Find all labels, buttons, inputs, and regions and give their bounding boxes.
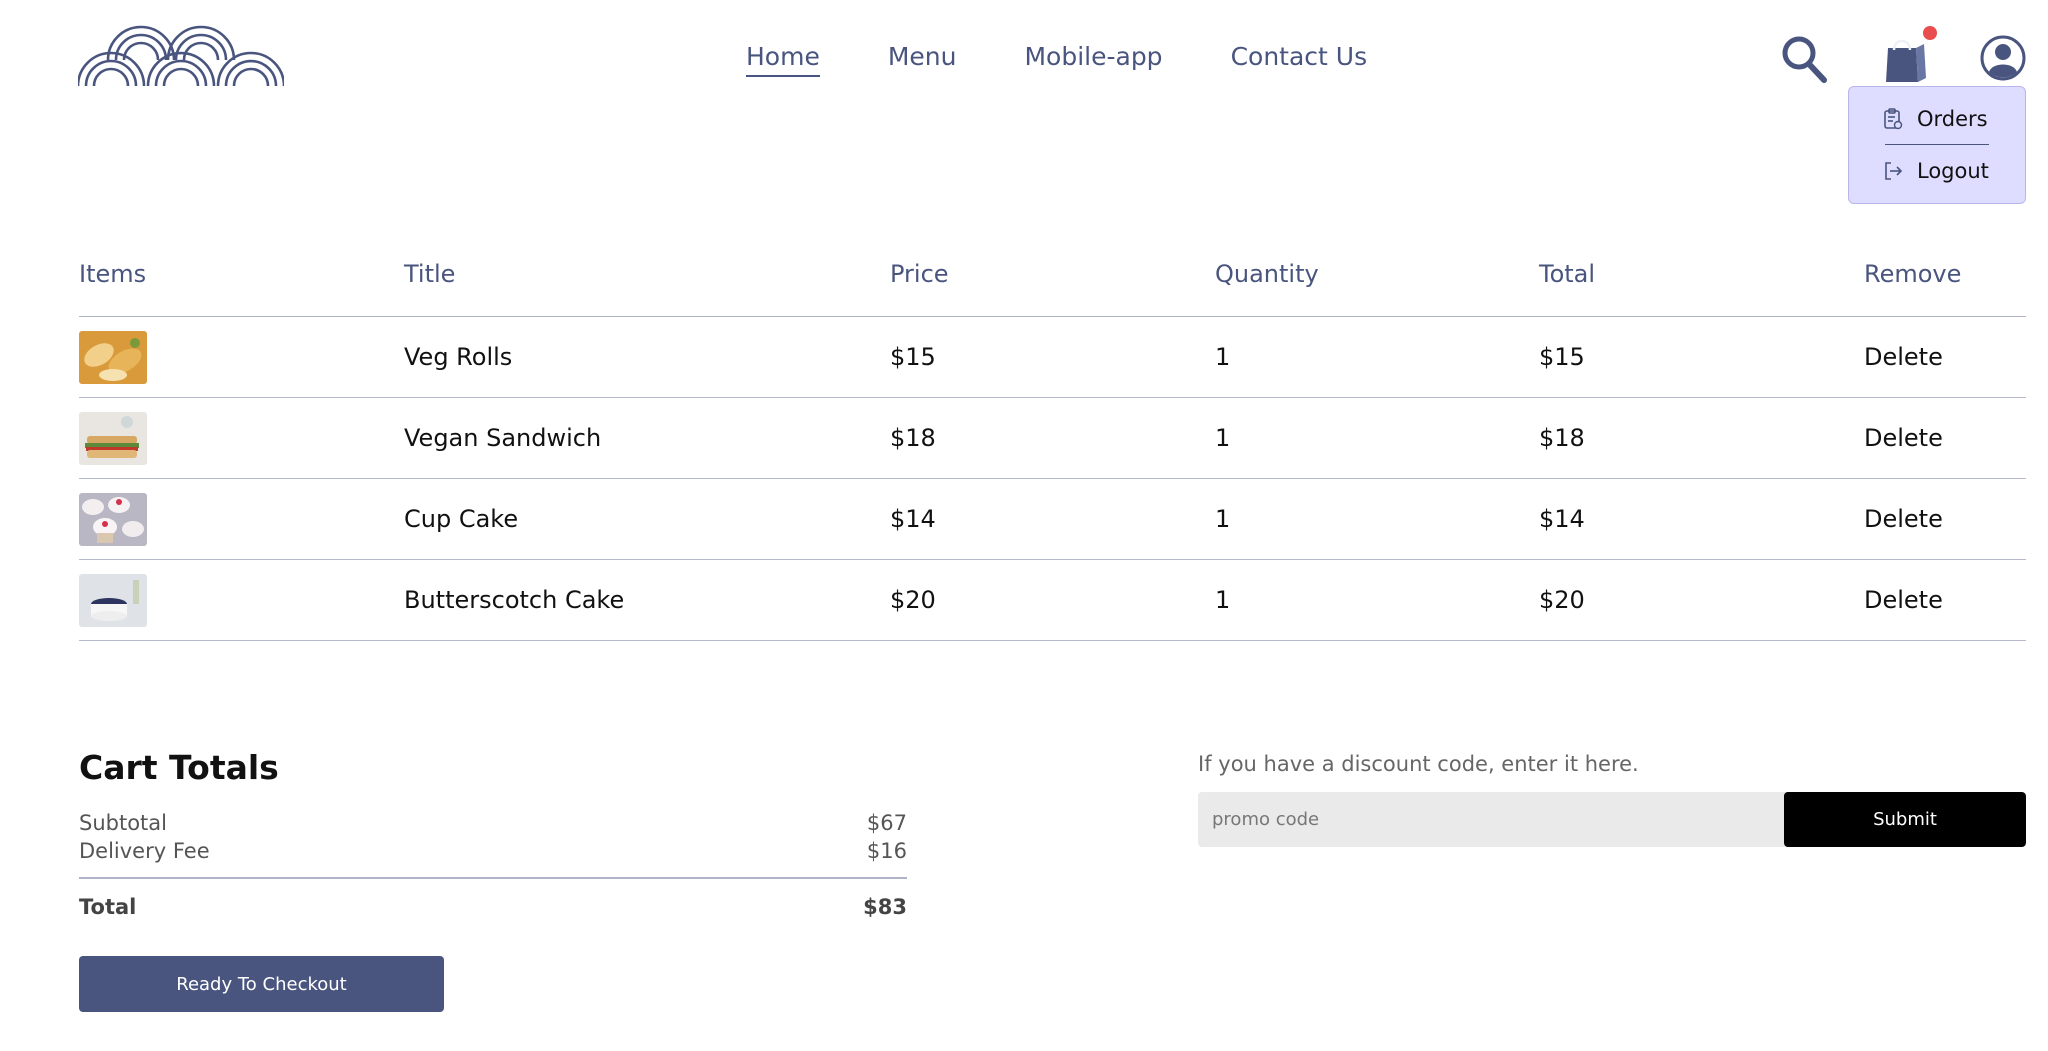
table-row: Veg Rolls $15 1 $15 Delete (79, 317, 2026, 398)
column-header-remove: Remove (1864, 260, 1962, 288)
column-header-price: Price (890, 260, 949, 288)
orders-clipboard-icon (1884, 107, 1903, 129)
item-price: $20 (890, 586, 936, 614)
item-title: Vegan Sandwich (404, 424, 602, 452)
table-header-row: Items Title Price Quantity Total Remove (79, 256, 2026, 317)
dropdown-logout[interactable]: Logout (1867, 153, 2007, 188)
column-header-total: Total (1539, 260, 1596, 288)
item-quantity: 1 (1215, 505, 1231, 533)
item-price: $14 (890, 505, 936, 533)
item-total: $20 (1539, 586, 1585, 614)
subtotal-value: $67 (866, 811, 907, 835)
promo-label: If you have a discount code, enter it he… (1198, 752, 1639, 776)
cart-table: Items Title Price Quantity Total Remove … (79, 256, 2026, 641)
promo-submit-button[interactable]: Submit (1784, 792, 2026, 847)
subtotal-line: Subtotal $67 (79, 809, 907, 837)
column-header-items: Items (79, 260, 147, 288)
total-label: Total (79, 894, 137, 919)
item-price: $15 (890, 343, 936, 371)
search-icon[interactable] (1780, 34, 1828, 84)
delete-button[interactable]: Delete (1864, 317, 1943, 397)
brand-logo[interactable] (78, 22, 284, 90)
item-title: Butterscotch Cake (404, 586, 625, 614)
delete-button[interactable]: Delete (1864, 560, 1943, 640)
promo-form: Submit (1198, 792, 2026, 847)
item-quantity: 1 (1215, 586, 1231, 614)
dropdown-logout-label: Logout (1917, 158, 1989, 183)
nav-home[interactable]: Home (746, 42, 820, 77)
cart-totals-heading: Cart Totals (79, 748, 279, 787)
total-value: $83 (863, 894, 907, 919)
item-total: $14 (1539, 505, 1585, 533)
column-header-title: Title (404, 260, 456, 288)
dropdown-divider (1885, 144, 1989, 145)
delivery-fee-value: $16 (866, 839, 907, 863)
item-title: Cup Cake (404, 505, 519, 533)
delivery-fee-line: Delivery Fee $16 (79, 837, 907, 865)
item-image-butterscotch-cake (79, 573, 147, 627)
totals-divider (79, 877, 907, 879)
item-total: $15 (1539, 343, 1585, 371)
item-image-veg-rolls (79, 330, 147, 384)
table-row: Vegan Sandwich $18 1 $18 Delete (79, 398, 2026, 479)
promo-section: If you have a discount code, enter it he… (1198, 752, 2026, 847)
main-nav: Home Menu Mobile-app Contact Us (746, 42, 1367, 77)
nav-mobile-app[interactable]: Mobile-app (1024, 42, 1162, 77)
header-actions (1780, 26, 2026, 90)
checkout-button[interactable]: Ready To Checkout (79, 956, 444, 1012)
shopping-bag-icon[interactable] (1882, 34, 1930, 84)
column-header-quantity: Quantity (1215, 260, 1319, 288)
delete-button[interactable]: Delete (1864, 479, 1943, 559)
item-quantity: 1 (1215, 424, 1231, 452)
delivery-fee-label: Delivery Fee (79, 839, 210, 863)
profile-dropdown: Orders Logout (1848, 86, 2026, 204)
nav-menu[interactable]: Menu (888, 42, 957, 77)
item-image-cup-cake (79, 492, 147, 546)
item-title: Veg Rolls (404, 343, 513, 371)
profile-icon[interactable] (1980, 35, 2026, 81)
subtotal-label: Subtotal (79, 811, 167, 835)
delete-button[interactable]: Delete (1864, 398, 1943, 478)
cart-totals: Cart Totals Subtotal $67 Delivery Fee $1… (79, 748, 907, 921)
item-total: $18 (1539, 424, 1585, 452)
promo-code-input[interactable] (1198, 792, 1784, 847)
table-row: Cup Cake $14 1 $14 Delete (79, 479, 2026, 560)
table-row: Butterscotch Cake $20 1 $20 Delete (79, 560, 2026, 641)
dropdown-orders-label: Orders (1917, 106, 1988, 131)
item-image-vegan-sandwich (79, 411, 147, 465)
dropdown-orders[interactable]: Orders (1867, 101, 2007, 136)
cart-badge (1923, 26, 1937, 40)
total-line: Total $83 (79, 893, 907, 921)
logout-icon (1885, 161, 1903, 180)
item-quantity: 1 (1215, 343, 1231, 371)
item-price: $18 (890, 424, 936, 452)
nav-contact-us[interactable]: Contact Us (1231, 42, 1368, 77)
